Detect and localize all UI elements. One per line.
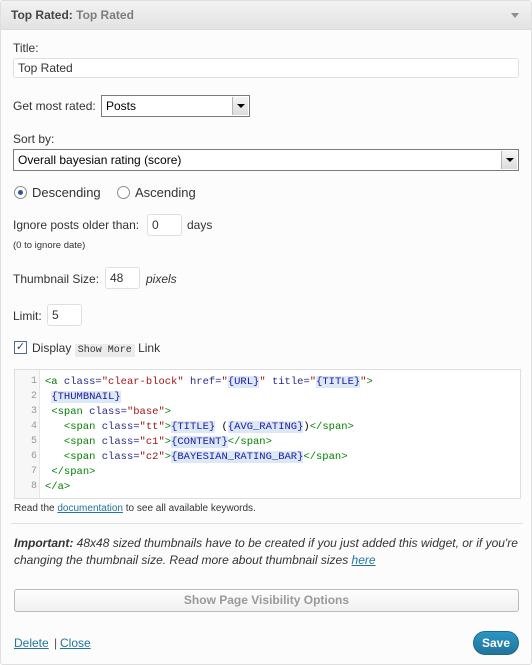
code-line-8: </a> [45,481,71,493]
line-number: 6 [30,451,37,462]
documentation-note: Read the documentation to see all availa… [14,503,256,514]
important-label: Important: [14,536,74,550]
code-line-3: <span class="base"> [51,406,172,418]
limit-label: Limit: [13,309,42,323]
documentation-link[interactable]: documentation [57,503,123,514]
title-label: Title: [13,41,39,55]
widget-panel: Top Rated: Top Rated Title: Top Rated Ge… [0,0,532,665]
important-note: Important: 48x48 sized thumbnails have t… [14,535,519,569]
ignore-older-hint: (0 to ignore date) [13,240,86,251]
line-number: 7 [30,466,37,477]
post-type-select[interactable]: Posts [101,95,250,117]
delete-link[interactable]: Delete [14,636,49,650]
line-number: 8 [30,481,37,492]
radio-selected-dot-icon [18,190,23,195]
code-line-4: <span class="tt">{TITLE} ({AVG_RATING})<… [63,421,354,433]
divider [11,523,523,524]
ignore-older-label: Ignore posts older than: [13,218,140,232]
thumbnail-size-input[interactable]: 48 [105,267,140,289]
ignore-older-input[interactable]: 0 [147,214,182,236]
close-link[interactable]: Close [60,636,91,650]
save-button[interactable]: Save [473,631,519,655]
line-number-gutter: 1 2 3 4 5 6 7 8 [15,370,40,498]
doc-note-before: Read the [14,503,55,514]
show-page-visibility-button[interactable]: Show Page Visibility Options [14,589,519,612]
show-more-prefix: Display [32,341,72,355]
code-line-6: <span class="c2">{BAYESIAN_RATING_BAR}</… [63,451,348,463]
line-number: 4 [30,421,37,432]
show-more-suffix: Link [138,341,161,355]
widget-title: Top Rated: Top Rated [11,8,134,22]
thumbnail-size-label: Thumbnail Size: [13,272,100,286]
code-line-5: <span class="c1">{CONTENT}</span> [63,436,272,448]
widget-header[interactable]: Top Rated: Top Rated [1,1,531,30]
ignore-older-unit: days [187,218,213,232]
important-text: 48x48 sized thumbnails have to be create… [14,536,518,567]
code-line-1: <a class="clear-block" href="{URL}" titl… [45,376,373,388]
line-number: 3 [30,406,37,417]
thumbnail-sizes-link[interactable]: here [352,553,376,567]
line-number: 5 [30,436,37,447]
code-line-7: </span> [51,466,96,478]
sort-by-select[interactable]: Overall bayesian rating (score) [13,149,519,171]
thumbnail-size-unit: pixels [146,272,177,286]
sort-by-dropdown-arrow-icon [501,151,517,169]
widget-instance-title: Top Rated [76,8,134,22]
descending-label[interactable]: Descending [32,185,101,200]
title-input[interactable]: Top Rated [13,58,519,78]
show-more-checkbox[interactable]: ✓ [14,341,27,354]
sort-by-selected: Overall bayesian rating (score) [18,153,182,167]
limit-input[interactable]: 5 [47,304,82,326]
line-number: 2 [30,391,37,402]
template-code-editor[interactable]: 1 2 3 4 5 6 7 8 <a class="clear-block" h… [14,369,521,499]
code-line-2: {THUMBNAIL} [51,391,121,403]
widget-title-text: Top Rated [11,8,69,22]
post-type-selected: Posts [106,99,137,113]
show-more-label[interactable]: Display Show More Link [32,341,161,357]
sort-by-label: Sort by: [13,132,55,146]
doc-note-after: to see all available keywords. [125,503,256,514]
ascending-radio[interactable] [117,186,130,199]
show-more-code: Show More [74,344,135,357]
footer-separator: | [54,636,58,650]
get-most-rated-label: Get most rated: [13,99,96,113]
ascending-label[interactable]: Ascending [135,185,196,200]
line-number: 1 [30,376,37,387]
checkmark-icon: ✓ [15,341,26,353]
post-type-dropdown-arrow-icon [232,97,248,115]
descending-radio[interactable] [14,186,27,199]
collapse-arrow-icon[interactable] [511,13,519,18]
